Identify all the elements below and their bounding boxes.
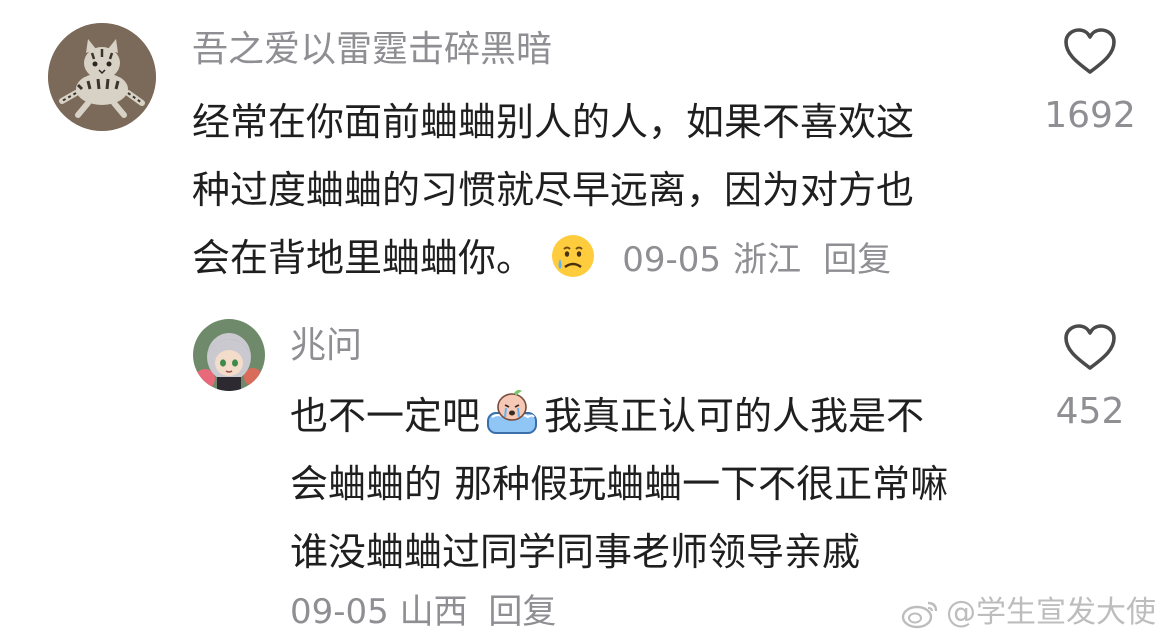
tabby-cat-icon: [48, 23, 156, 131]
comment-last-line: 会在背地里蛐蛐你。 09-05 浙江 回复: [192, 224, 1012, 292]
comment-line: 谁没蛐蛐过同学同事老师领导亲戚: [290, 530, 861, 574]
crying-face-emoji-icon: [550, 232, 596, 300]
weibo-logo-icon: [901, 601, 938, 629]
comment-first-line: 也不一定吧 我真正认可的人我是不: [290, 382, 1030, 450]
reply-button[interactable]: 回复: [823, 240, 891, 280]
comment-location: 山西: [399, 592, 468, 632]
username[interactable]: 兆问: [290, 324, 362, 368]
watermark-text: @学生宣发大使: [946, 595, 1156, 630]
like-count: 1692: [1044, 95, 1136, 136]
avatar[interactable]: [48, 23, 156, 131]
avatar[interactable]: [193, 319, 265, 391]
comment-line: 我真正认可的人我是不: [544, 394, 925, 438]
like-group: 1692: [1040, 28, 1140, 138]
comment-line: 也不一定吧: [290, 394, 481, 438]
like-group: 452: [1040, 324, 1140, 434]
bathtub-crying-emoji-icon: [484, 387, 540, 458]
heart-icon[interactable]: [1063, 28, 1117, 80]
comment-date: 09-05: [290, 592, 389, 632]
comment-line: 种过度蛐蛐的习惯就尽早远离，因为对方也: [192, 168, 915, 212]
comment-location: 浙江: [733, 240, 802, 280]
watermark: @学生宣发大使: [900, 593, 1156, 633]
anime-girl-icon: [193, 319, 265, 391]
heart-icon[interactable]: [1063, 324, 1117, 376]
reply-button[interactable]: 回复: [488, 592, 556, 632]
comment-date: 09-05: [622, 240, 721, 280]
comment-line: 会在背地里蛐蛐你。: [192, 236, 535, 280]
username[interactable]: 吾之爱以雷霆击碎黑暗: [192, 28, 552, 72]
comment-thread: 吾之爱以雷霆击碎黑暗 经常在你面前蛐蛐别人的人，如果不喜欢这 种过度蛐蛐的习惯就…: [0, 0, 1170, 641]
comment-line: 经常在你面前蛐蛐别人的人，如果不喜欢这: [192, 100, 915, 144]
comment-meta: 09-05 山西 回复: [290, 588, 556, 636]
comment-line: 会蛐蛐的 那种假玩蛐蛐一下不很正常嘛: [290, 462, 949, 506]
comment-text: 经常在你面前蛐蛐别人的人，如果不喜欢这 种过度蛐蛐的习惯就尽早远离，因为对方也 …: [192, 88, 1012, 292]
comment-text: 也不一定吧 我真正认可的人我是不 会蛐蛐的 那种假玩蛐蛐一下不很正常嘛 谁没蛐蛐…: [290, 382, 1030, 586]
like-count: 452: [1055, 391, 1125, 432]
